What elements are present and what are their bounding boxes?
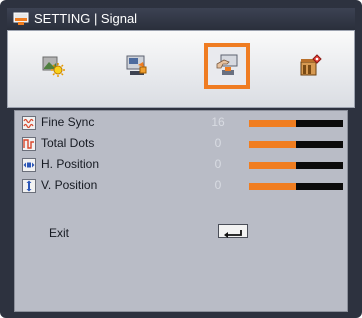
exit-label[interactable]: Exit [49,226,69,240]
settings-screen-icon [13,12,29,25]
options-tab[interactable] [288,43,334,89]
osd-menu: SETTING | Signal Fine Sync 16 Total Dots… [0,0,362,318]
slider-fill [249,120,296,127]
h-position-row[interactable]: H. Position 0 [15,154,349,176]
tab-bar [7,30,355,108]
fine-sync-row[interactable]: Fine Sync 16 [15,112,349,134]
enter-key-icon[interactable] [218,224,248,238]
setting-tab[interactable] [204,43,250,89]
item-value: 0 [214,157,222,171]
display-settings-tab[interactable] [114,43,160,89]
v-position-slider[interactable] [249,183,343,190]
options-tools-icon [300,54,322,76]
total-dots-icon [22,137,36,151]
settings-list: Fine Sync 16 Total Dots 0 H. Position 0 … [14,110,348,312]
menu-title: SETTING | Signal [34,11,138,26]
hand-setting-icon [216,54,238,75]
slider-fill [249,141,296,148]
total-dots-slider[interactable] [249,141,343,148]
item-value: 0 [214,136,222,150]
v-position-row[interactable]: V. Position 0 [15,175,349,197]
v-position-icon [22,179,36,193]
item-label: V. Position [41,178,98,192]
title-bar: SETTING | Signal [7,8,355,30]
total-dots-row[interactable]: Total Dots 0 [15,133,349,155]
slider-fill [249,162,296,169]
slider-fill [249,183,296,190]
image-sun-icon [42,56,65,77]
display-screen-icon [126,55,147,75]
h-position-icon [22,158,36,172]
fine-sync-icon [22,116,36,130]
item-label: Fine Sync [41,115,95,129]
item-label: H. Position [41,157,100,171]
item-value: 16 [211,115,225,129]
fine-sync-slider[interactable] [249,120,343,127]
item-value: 0 [214,178,222,192]
enter-arrow-icon [224,230,242,238]
h-position-slider[interactable] [249,162,343,169]
item-label: Total Dots [41,136,95,150]
image-settings-tab[interactable] [30,43,76,89]
